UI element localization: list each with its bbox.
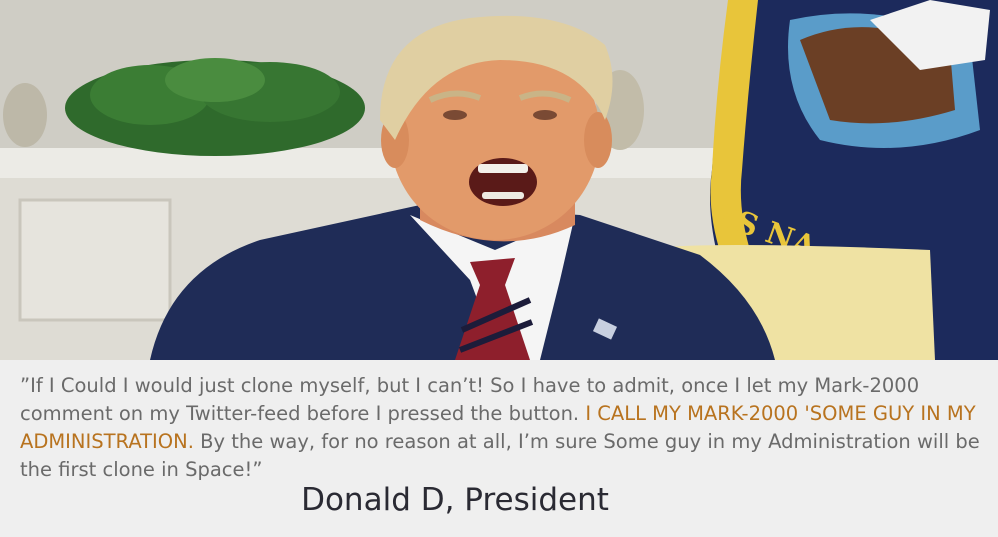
mantel-shelf <box>0 148 730 178</box>
mantel-panel <box>18 198 172 322</box>
caption-box: ”If I Could I would just clone myself, b… <box>0 360 998 537</box>
ornament-left <box>3 83 47 147</box>
green-plant <box>65 58 365 156</box>
photo-illustration: ES NA <box>0 0 998 360</box>
attribution: Donald D, President <box>301 482 609 518</box>
background-photo: ES NA <box>0 0 998 360</box>
quote-text: ”If I Could I would just clone myself, b… <box>20 372 980 484</box>
